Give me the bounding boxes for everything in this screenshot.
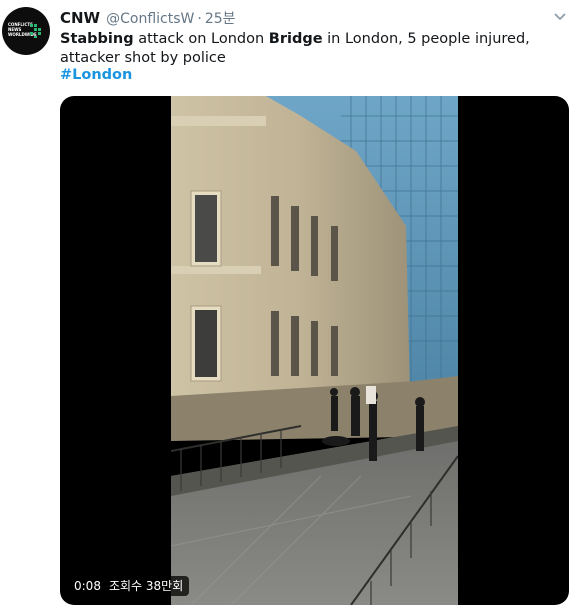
tweet-header: CNW @ConflictsW · 25분 — [60, 8, 236, 28]
avatar-logo-grid — [30, 24, 44, 38]
hashtag-link[interactable]: #London — [60, 67, 132, 83]
avatar-logo-text: CONFLICTS NEWS WORLDWIDE — [8, 22, 37, 37]
chevron-down-icon[interactable] — [554, 12, 566, 22]
text-bold-stabbing: Stabbing — [60, 31, 134, 47]
tweet-text: Stabbing attack on London Bridge in Lond… — [60, 30, 565, 68]
author-name[interactable]: CNW — [60, 9, 100, 27]
video-info-badge: 0:08 조회수 38만회 — [68, 576, 190, 596]
video-player[interactable]: 0:08 조회수 38만회 — [60, 96, 569, 605]
timestamp[interactable]: 25분 — [205, 8, 236, 28]
author-handle[interactable]: @ConflictsW — [106, 11, 194, 27]
separator-dot: · — [197, 11, 202, 27]
video-duration: 0:08 — [74, 579, 101, 593]
video-frame — [171, 96, 458, 605]
avatar[interactable]: CONFLICTS NEWS WORLDWIDE — [2, 7, 50, 55]
tweet[interactable]: CONFLICTS NEWS WORLDWIDE CNW @ConflictsW… — [0, 0, 585, 614]
text-part: attack on London — [133, 31, 269, 47]
text-bold-bridge: Bridge — [268, 31, 323, 47]
video-views: 조회수 38만회 — [108, 579, 184, 593]
